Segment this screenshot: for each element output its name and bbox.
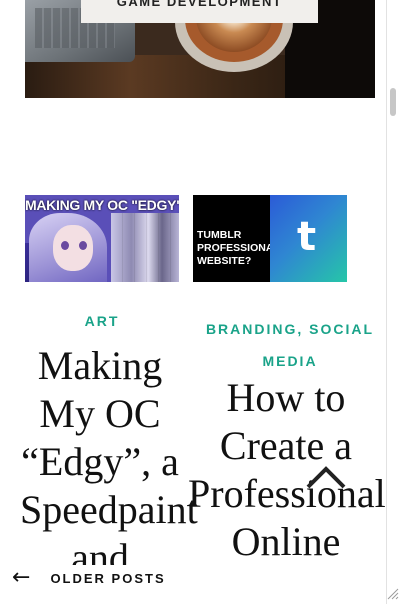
arrow-left-icon: ← — [12, 565, 31, 590]
older-posts-link[interactable]: ← OLDER POSTS — [12, 565, 166, 591]
thumbnail-title: MAKING MY OC "EDGY" — [25, 197, 179, 213]
thumbnail-caption: TUMBLR PROFESSIONAL WEBSITE? — [197, 229, 280, 268]
pixelated-figure — [111, 213, 179, 282]
post-title-tumblr[interactable]: How to Create a Professional Online — [188, 374, 386, 566]
thumbnail-caption-line: WEBSITE? — [197, 255, 252, 267]
hero-category-label[interactable]: GAME DEVELOPMENT — [81, 0, 318, 23]
post-category-art[interactable]: ART — [25, 313, 179, 329]
character-eye — [61, 241, 69, 250]
post-thumbnail-tumblr[interactable]: TUMBLR PROFESSIONAL WEBSITE? t — [193, 195, 347, 282]
post-title-oc-edgy[interactable]: Making My OC “Edgy”, a Speedpaint and — [20, 342, 198, 582]
scrollbar-thumb[interactable] — [390, 88, 396, 116]
resize-grip-icon[interactable] — [385, 586, 399, 600]
thumbnail-caption-line: TUMBLR — [197, 229, 242, 241]
page-viewport: GAME DEVELOPMENT MAKING MY OC "EDGY" TUM… — [0, 0, 401, 604]
post-category-branding[interactable]: BRANDING, SOCIAL MEDIA — [190, 313, 390, 377]
post-thumbnail-oc-edgy[interactable]: MAKING MY OC "EDGY" — [25, 195, 179, 282]
tumblr-logo-icon: t — [297, 214, 317, 260]
older-posts-label: OLDER POSTS — [50, 570, 166, 586]
chevron-up-icon[interactable] — [305, 462, 347, 492]
thumbnail-caption-line: PROFESSIONAL — [197, 242, 280, 254]
character-face — [53, 225, 93, 271]
character-eye — [79, 241, 87, 250]
